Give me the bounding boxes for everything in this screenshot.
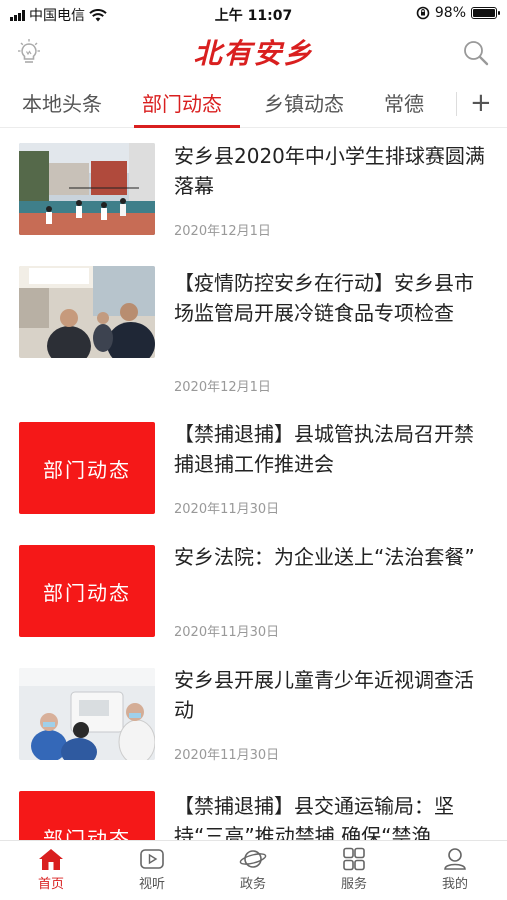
news-date: 2020年12月1日 xyxy=(174,224,271,239)
tab-changde[interactable]: 常德 xyxy=(384,88,424,117)
tab-township-news[interactable]: 乡镇动态 xyxy=(264,88,344,117)
eye-exam-photo xyxy=(19,668,155,760)
active-tab-indicator xyxy=(134,125,240,128)
nav-profile[interactable]: 我的 xyxy=(420,847,490,892)
news-thumbnail: 部门动态 xyxy=(19,545,155,637)
nav-government[interactable]: 政务 xyxy=(218,847,288,892)
news-list: 安乡县2020年中小学生排球赛圆满落幕 2020年12月1日 【疫情防控安乡在行… xyxy=(0,129,507,840)
planet-icon xyxy=(239,850,267,868)
news-title: 【疫情防控安乡在行动】安乡县市场监管局开展冷链食品专项检查 xyxy=(174,271,474,325)
search-icon[interactable] xyxy=(461,38,491,68)
nav-label: 首页 xyxy=(37,877,64,892)
nav-label: 政务 xyxy=(239,877,266,892)
app-header: 北有安乡 xyxy=(0,28,507,78)
news-thumbnail: 部门动态 xyxy=(19,422,155,514)
nav-label: 我的 xyxy=(441,877,468,892)
tab-department-news[interactable]: 部门动态 xyxy=(142,88,222,117)
news-title: 【禁捕退捕】县交通运输局：坚持“三高”推动禁捕 确保“禁渔 xyxy=(174,794,454,840)
volleyball-photo xyxy=(19,143,155,235)
app-logo: 北有安乡 xyxy=(193,37,314,70)
battery-percent: 98% xyxy=(434,5,466,21)
news-date: 2020年12月1日 xyxy=(174,380,271,395)
play-icon xyxy=(140,849,164,869)
news-thumbnail xyxy=(19,668,155,760)
news-title: 安乡县2020年中小学生排球赛圆满落幕 xyxy=(174,144,485,198)
battery-icon xyxy=(471,7,500,19)
grid-icon xyxy=(343,847,365,871)
status-bar: 中国电信 上午 11:07 98% xyxy=(0,0,507,28)
nav-label: 视听 xyxy=(138,877,165,892)
news-thumbnail xyxy=(19,143,155,235)
inspection-photo xyxy=(19,266,155,358)
news-title: 安乡县开展儿童青少年近视调查活动 xyxy=(174,668,474,722)
news-date: 2020年11月30日 xyxy=(174,625,280,640)
orientation-lock-icon xyxy=(416,6,430,20)
tab-scroll-fade xyxy=(438,80,456,126)
news-date: 2020年11月30日 xyxy=(174,748,280,763)
nav-services[interactable]: 服务 xyxy=(319,847,389,892)
bottom-nav: 首页 视听 政务 服务 我的 xyxy=(0,840,507,900)
nav-home[interactable]: 首页 xyxy=(16,847,86,892)
news-thumbnail xyxy=(19,266,155,358)
user-icon xyxy=(444,848,466,870)
news-title: 【禁捕退捕】县城管执法局召开禁捕退捕工作推进会 xyxy=(174,422,474,476)
nav-video[interactable]: 视听 xyxy=(117,847,187,892)
news-title: 安乡法院：为企业送上“法治套餐” xyxy=(174,545,475,569)
status-right: 98% xyxy=(416,5,500,21)
home-icon xyxy=(39,849,63,870)
nav-label: 服务 xyxy=(340,877,367,892)
news-date: 2020年11月30日 xyxy=(174,502,280,517)
tab-divider xyxy=(456,92,457,116)
add-channel-button[interactable]: + xyxy=(470,89,492,117)
channel-tabs: 本地头条 部门动态 乡镇动态 常德 + xyxy=(0,80,507,128)
news-thumbnail: 部门动态 xyxy=(19,791,155,840)
tab-local-headlines[interactable]: 本地头条 xyxy=(22,88,102,117)
